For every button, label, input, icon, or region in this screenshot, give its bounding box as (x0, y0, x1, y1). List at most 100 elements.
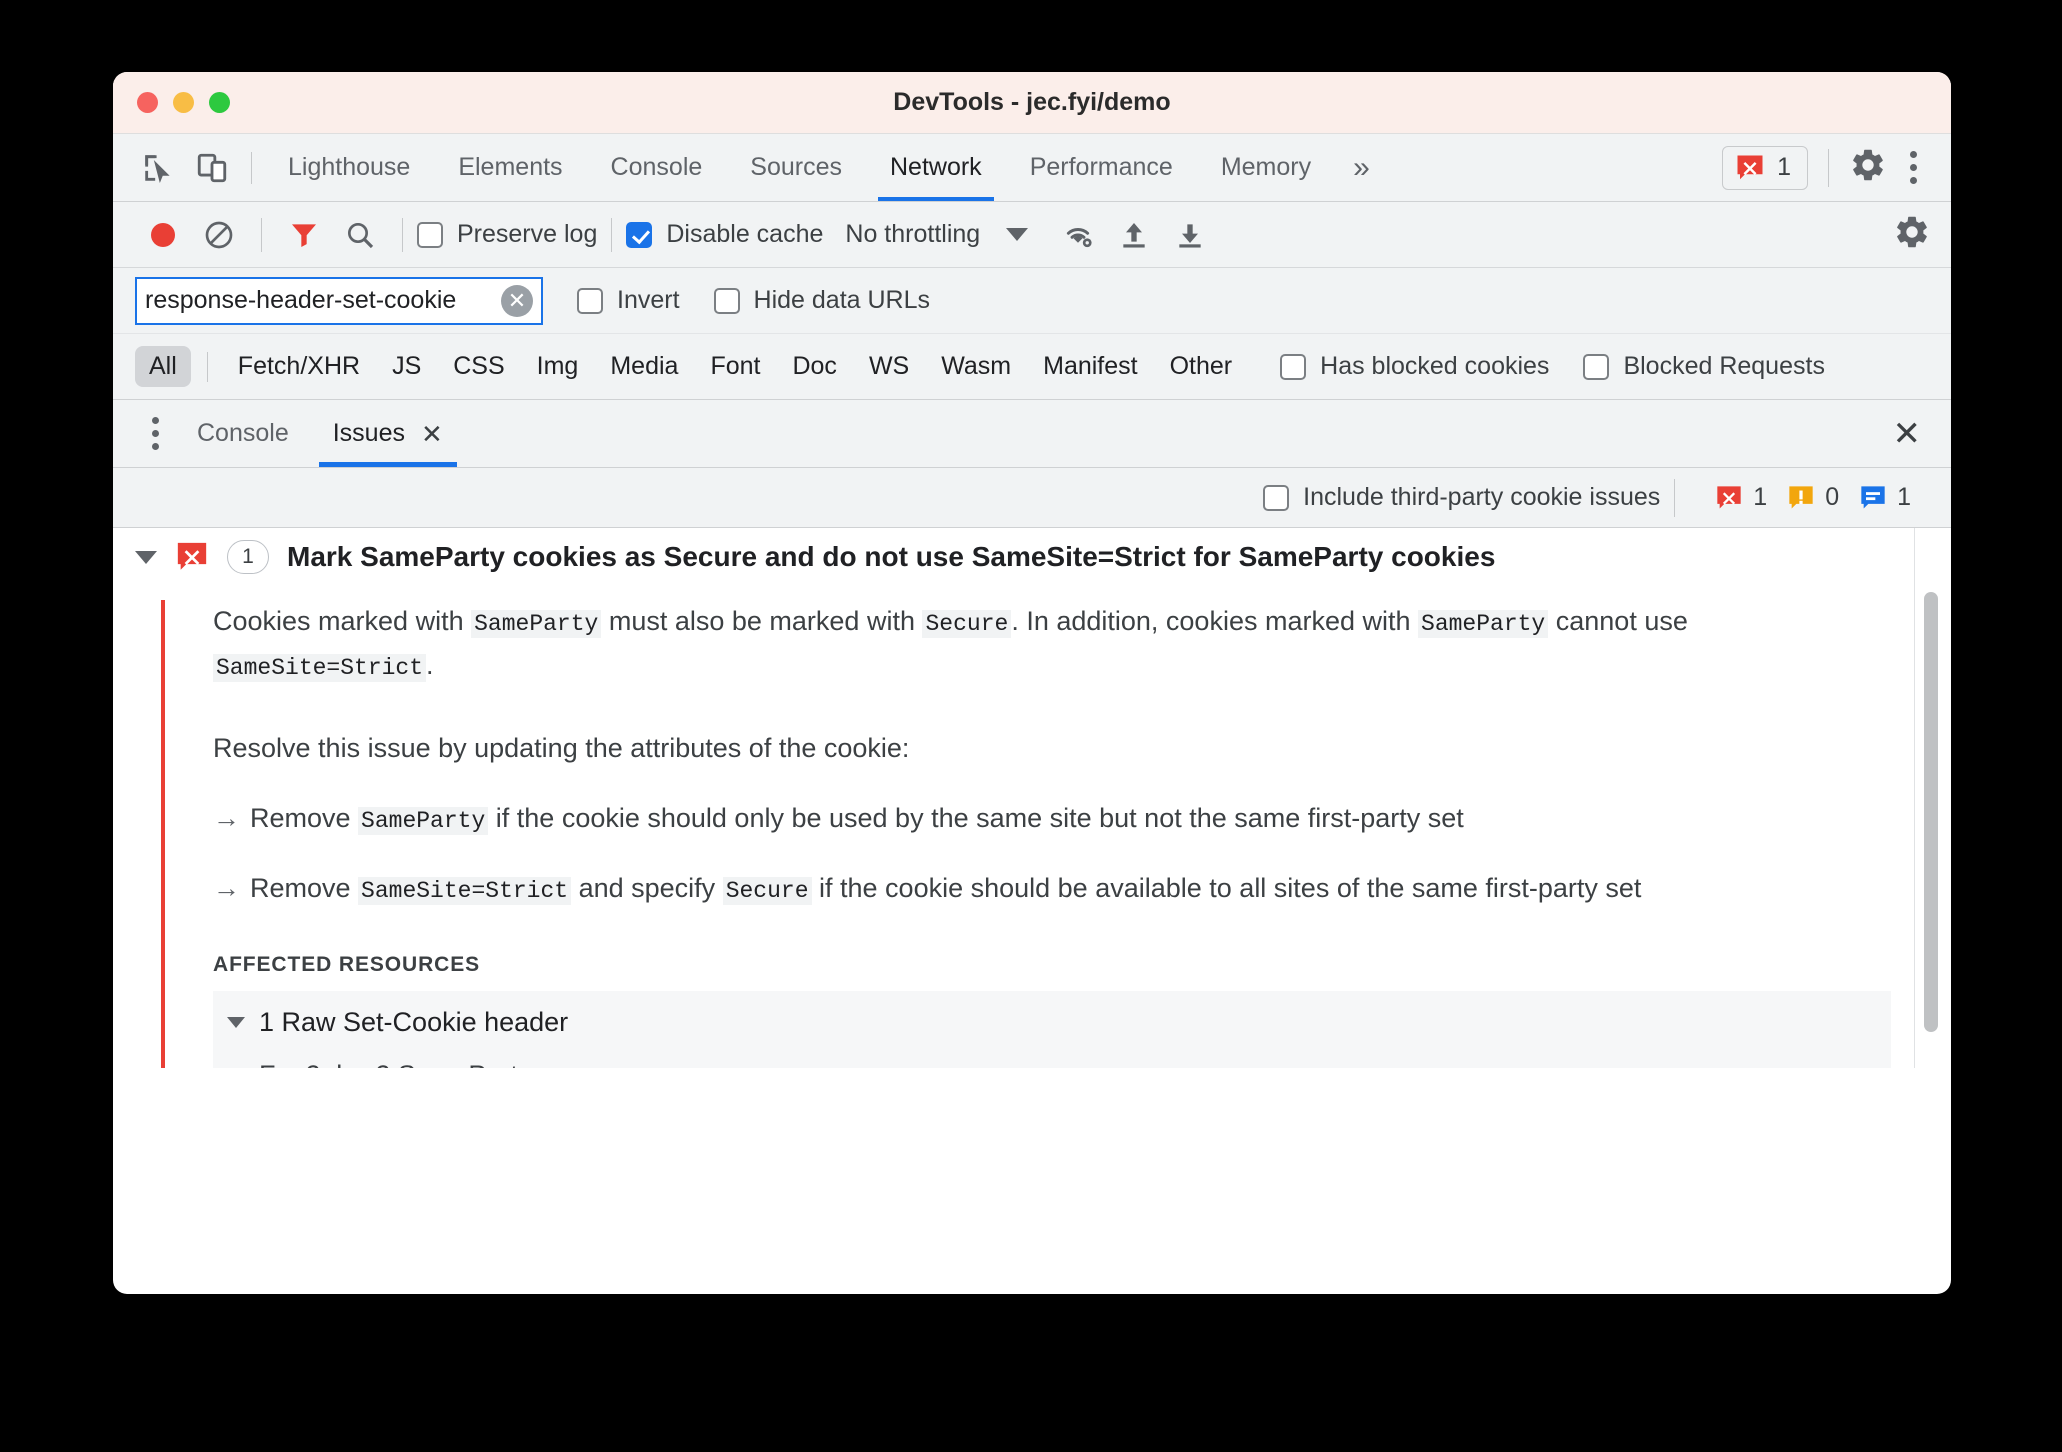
tabbar-actions: 1 (1722, 145, 1951, 190)
triangle-down-icon[interactable] (227, 1016, 245, 1028)
bullet2-text-2: and specify (571, 872, 723, 903)
issue-description-paragraph: Cookies marked with SameParty must also … (213, 600, 1891, 687)
affected-resources-header[interactable]: 1 Raw Set-Cookie header (213, 1007, 1891, 1038)
hide-data-urls-checkbox[interactable]: Hide data URLs (713, 286, 930, 315)
drawer-tab-console[interactable]: Console (175, 400, 311, 467)
screenshot-root: DevTools - jec.fyi/demo Lighthouse Eleme… (0, 0, 2062, 1452)
code-sameparty-1: SameParty (471, 610, 602, 638)
disable-cache-box[interactable] (626, 221, 653, 248)
network-toolbar: Preserve log Disable cache No throttling (113, 202, 1951, 268)
filter-input-wrapper[interactable]: ✕ (135, 276, 543, 325)
resolution-bullet-1: → Remove SameParty if the cookie should o… (213, 797, 1891, 841)
type-filter-all[interactable]: All (135, 346, 191, 387)
inspect-element-icon[interactable] (131, 141, 185, 195)
device-toolbar-icon[interactable] (185, 141, 239, 195)
issues-scrollbar-thumb[interactable] (1924, 592, 1938, 1032)
preserve-log-checkbox[interactable]: Preserve log (417, 220, 597, 249)
type-filter-wasm[interactable]: Wasm (927, 346, 1025, 387)
import-har-icon[interactable] (1106, 207, 1162, 263)
tab-memory[interactable]: Memory (1197, 134, 1335, 201)
toolbar-divider-2 (402, 217, 403, 252)
error-count-value: 1 (1777, 153, 1791, 181)
type-filter-js[interactable]: JS (378, 346, 435, 387)
affected-resource-item[interactable]: Foo2=bar2;SameParty (213, 1060, 1891, 1068)
type-label: Doc (792, 352, 837, 380)
drawer-tabbar: Console Issues ✕ ✕ (113, 400, 1951, 468)
tab-console[interactable]: Console (587, 134, 727, 201)
desc-text-3: . In addition, cookies marked with (1011, 606, 1419, 636)
scrollbar-divider (1914, 528, 1915, 1068)
blocked-requests-box[interactable] (1583, 353, 1610, 380)
error-counter[interactable]: 1 (1715, 483, 1777, 512)
type-filter-ws[interactable]: WS (855, 346, 923, 387)
type-label: Wasm (941, 352, 1012, 380)
type-filter-other[interactable]: Other (1156, 346, 1247, 387)
has-blocked-cookies-checkbox[interactable]: Has blocked cookies (1280, 352, 1549, 381)
include-third-party-cookie-issues-checkbox[interactable]: Include third-party cookie issues (1263, 483, 1660, 512)
type-label: Font (710, 352, 761, 380)
tab-sources[interactable]: Sources (726, 134, 866, 201)
disable-cache-checkbox[interactable]: Disable cache (626, 220, 823, 249)
network-settings-gear-icon[interactable] (1893, 213, 1931, 256)
type-label: Media (610, 352, 679, 380)
tab-label: Sources (750, 153, 842, 181)
settings-gear-icon[interactable] (1849, 146, 1887, 189)
more-options-kebab-icon[interactable] (1893, 146, 1933, 190)
hide-data-urls-box[interactable] (713, 287, 740, 314)
tab-label: Lighthouse (288, 153, 411, 181)
drawer-tab-issues[interactable]: Issues ✕ (311, 400, 465, 467)
error-icon (177, 542, 207, 570)
close-drawer-icon[interactable]: ✕ (1893, 417, 1922, 451)
chevron-down-icon[interactable] (1006, 228, 1029, 241)
error-count-chip[interactable]: 1 (1722, 145, 1808, 190)
throttling-select[interactable]: No throttling (845, 220, 980, 249)
network-conditions-icon[interactable] (1050, 207, 1106, 263)
info-counter[interactable]: 1 (1859, 483, 1921, 512)
toolbar-divider-3 (611, 217, 613, 252)
type-filter-doc[interactable]: Doc (778, 346, 850, 387)
code-sameparty-3: SameParty (358, 807, 489, 836)
window-titlebar: DevTools - jec.fyi/demo (113, 72, 1951, 134)
clear-filter-icon[interactable]: ✕ (501, 284, 533, 317)
error-counter-value: 1 (1753, 483, 1768, 511)
error-icon (1717, 485, 1741, 508)
record-button[interactable] (135, 207, 191, 263)
issues-list: 1 Mark SameParty cookies as Secure and d… (113, 528, 1951, 1068)
export-har-icon[interactable] (1162, 207, 1218, 263)
tab-lighthouse[interactable]: Lighthouse (264, 134, 434, 201)
has-blocked-cookies-box[interactable] (1280, 353, 1307, 380)
triangle-down-icon[interactable] (135, 550, 157, 564)
info-icon (1861, 485, 1885, 508)
tab-label: Performance (1029, 153, 1173, 181)
type-filter-fetch-xhr[interactable]: Fetch/XHR (224, 346, 374, 387)
more-tabs-icon[interactable]: » (1335, 134, 1388, 201)
type-filter-font[interactable]: Font (696, 346, 774, 387)
type-filter-css[interactable]: CSS (439, 346, 518, 387)
type-filter-img[interactable]: Img (523, 346, 593, 387)
resource-type-list: All Fetch/XHR JS CSS Img Media Font Doc … (135, 346, 1246, 387)
type-filter-media[interactable]: Media (596, 346, 692, 387)
warning-counter[interactable]: 0 (1787, 483, 1849, 512)
clear-requests-icon[interactable] (191, 207, 247, 263)
filter-input[interactable] (137, 278, 541, 323)
blocked-requests-checkbox[interactable]: Blocked Requests (1583, 352, 1825, 381)
issues-toolbar-divider (1674, 478, 1676, 517)
invert-box[interactable] (577, 287, 603, 314)
drawer-tab-label: Issues (332, 419, 405, 447)
filter-icon[interactable] (276, 207, 332, 263)
include-third-party-label: Include third-party cookie issues (1303, 483, 1661, 511)
drawer-menu-kebab-icon[interactable] (135, 412, 175, 456)
include-third-party-box[interactable] (1263, 484, 1290, 511)
tab-performance[interactable]: Performance (1006, 134, 1197, 201)
search-icon[interactable] (332, 207, 388, 263)
tab-network[interactable]: Network (866, 134, 1006, 201)
preserve-log-label: Preserve log (457, 220, 598, 248)
type-filter-manifest[interactable]: Manifest (1029, 346, 1151, 387)
error-icon (1737, 155, 1763, 179)
close-issues-tab-icon[interactable]: ✕ (421, 421, 443, 447)
preserve-log-box[interactable] (417, 221, 443, 248)
issue-row-header[interactable]: 1 Mark SameParty cookies as Secure and d… (113, 528, 1951, 586)
issues-scrollbar-track[interactable] (1921, 528, 1941, 1068)
invert-checkbox[interactable]: Invert (577, 286, 680, 315)
tab-elements[interactable]: Elements (434, 134, 586, 201)
